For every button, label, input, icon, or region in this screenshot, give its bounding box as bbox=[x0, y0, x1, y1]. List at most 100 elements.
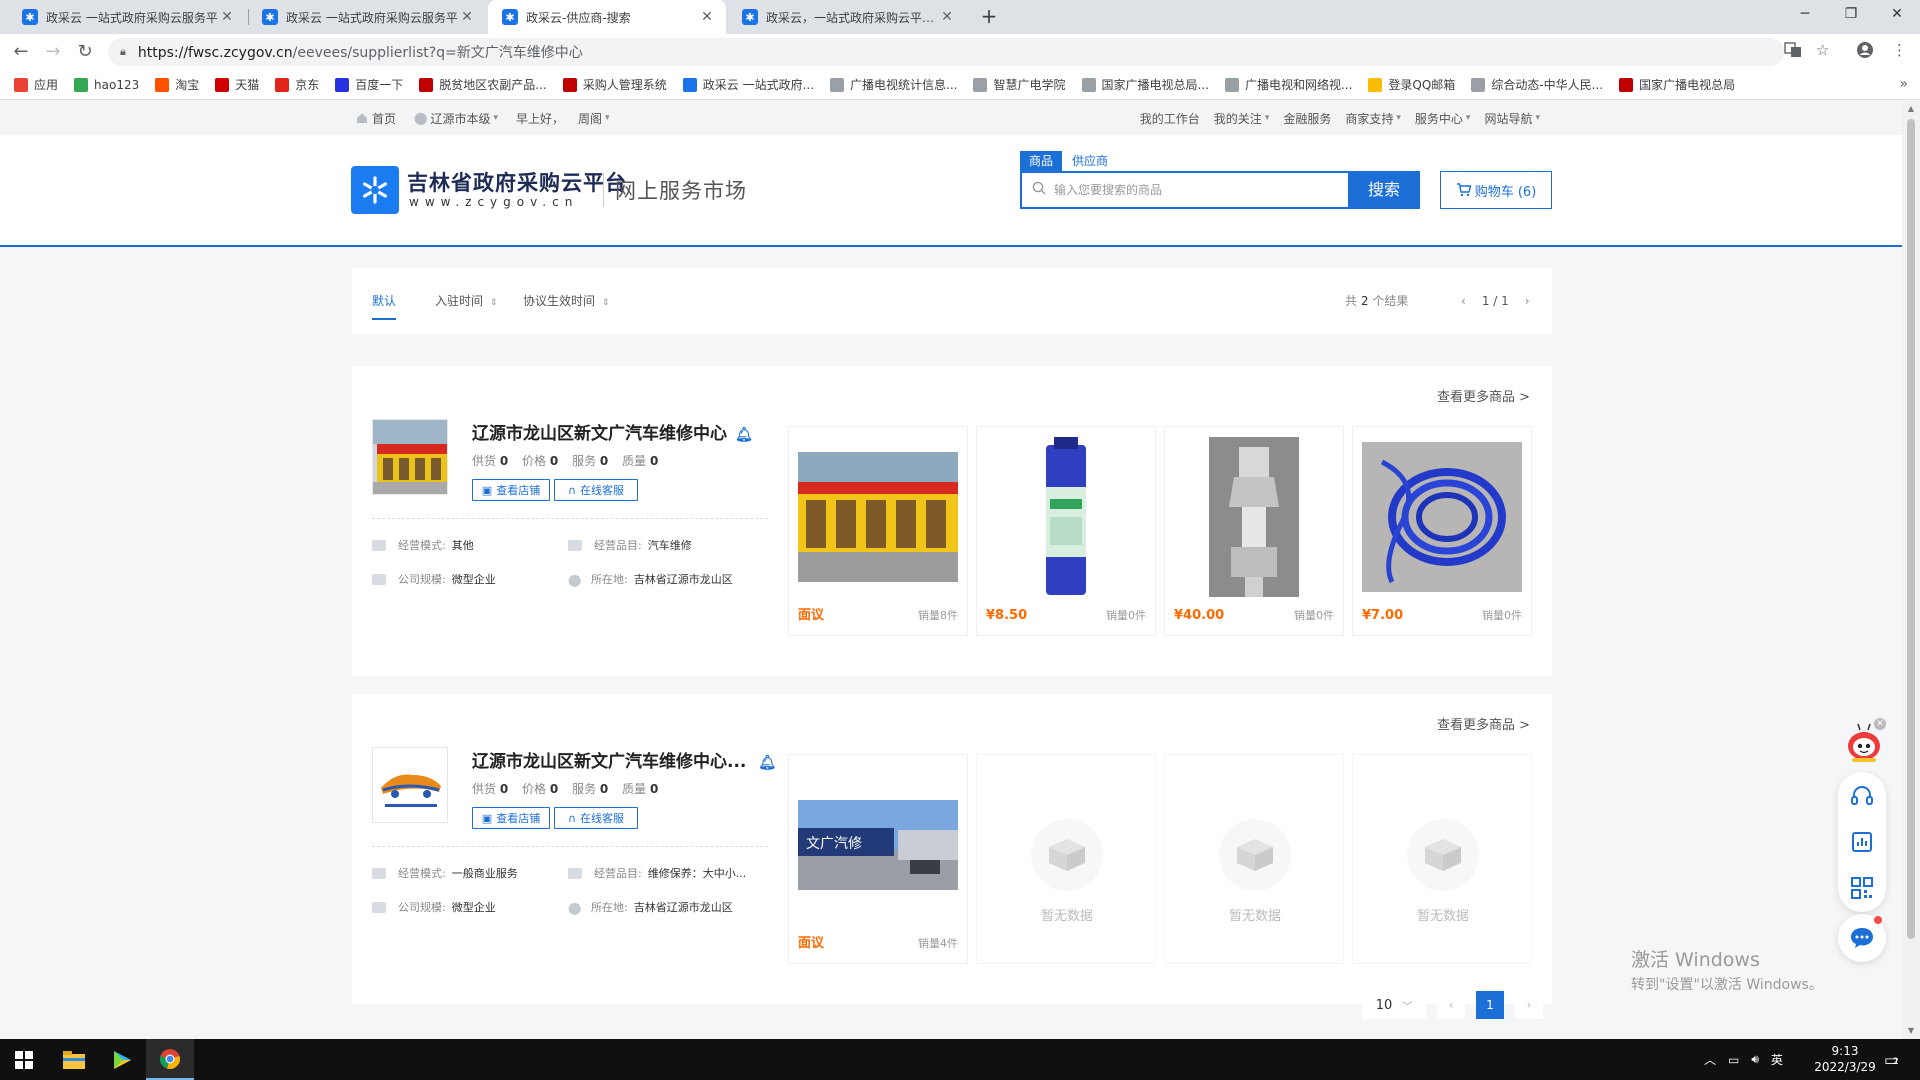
bookmark-item[interactable]: 天猫 bbox=[215, 76, 259, 93]
bookmark-item[interactable]: 政采云 一站式政府... bbox=[682, 76, 814, 93]
bookmark-item[interactable]: 应用 bbox=[14, 76, 58, 93]
chevron-down-icon: ﹀ bbox=[1402, 1001, 1413, 1013]
prev-page-button[interactable]: ‹ bbox=[1437, 991, 1465, 1019]
close-icon[interactable]: ✕ bbox=[698, 9, 716, 25]
product-card[interactable]: ¥7.00 销量0件 bbox=[1352, 426, 1532, 636]
bookmark-item[interactable]: 广播电视和网络视... bbox=[1224, 76, 1352, 93]
browser-tab-4[interactable]: ✱ 政采云，一站式政府采购云平台- ✕ bbox=[728, 0, 966, 34]
browser-tab-1[interactable]: ✱ 政采云 一站式政府采购云服务平 ✕ bbox=[8, 0, 246, 34]
bookmark-star-icon[interactable]: ☆ bbox=[1816, 41, 1829, 59]
file-explorer-icon[interactable] bbox=[50, 1039, 98, 1080]
shop-name[interactable]: 辽源市龙山区新文广汽车维修中心... 🔔︎ bbox=[472, 747, 776, 772]
topnav-link[interactable]: 网站导航 ▾ bbox=[1484, 110, 1540, 127]
chat-button[interactable] bbox=[1838, 914, 1886, 962]
home-link[interactable]: 首页 bbox=[356, 110, 396, 127]
chrome-taskbar-icon[interactable] bbox=[146, 1039, 194, 1080]
forward-arrow-icon[interactable]: → bbox=[42, 41, 64, 63]
customer-service-icon[interactable] bbox=[1850, 784, 1874, 808]
bookmark-item[interactable]: 淘宝 bbox=[155, 76, 199, 93]
search-input[interactable] bbox=[1054, 183, 1334, 197]
url-text[interactable]: https://fwsc.zcygov.cn/eevees/supplierli… bbox=[138, 42, 583, 62]
notification-center-icon[interactable]: ▭ 2 bbox=[1884, 1039, 1899, 1080]
topnav-link[interactable]: 服务中心 ▾ bbox=[1415, 110, 1471, 127]
report-chart-icon[interactable] bbox=[1850, 830, 1874, 854]
cart-button[interactable]: 购物车 (6) bbox=[1440, 171, 1552, 209]
view-shop-button[interactable]: ▣ 查看店铺 bbox=[472, 807, 550, 829]
close-icon[interactable]: ✕ bbox=[218, 9, 236, 25]
close-window-button[interactable]: ✕ bbox=[1874, 0, 1920, 30]
page-size-select[interactable]: 10 ﹀ bbox=[1362, 991, 1426, 1019]
menu-kebab-icon[interactable]: ⋮ bbox=[1892, 41, 1907, 59]
close-icon[interactable]: ✕ bbox=[458, 9, 476, 25]
sort-join-time[interactable]: 入驻时间 ⇕ bbox=[435, 268, 497, 334]
next-page-icon[interactable]: › bbox=[1525, 268, 1530, 334]
bookmark-item[interactable]: 采购人管理系统 bbox=[562, 76, 667, 93]
bookmark-item[interactable]: 智慧广电学院 bbox=[973, 76, 1066, 93]
taskbar-clock[interactable]: 9:13 2022/3/29 bbox=[1800, 1043, 1890, 1075]
bookmark-item[interactable]: hao123 bbox=[74, 77, 139, 92]
profile-icon[interactable] bbox=[1856, 41, 1874, 63]
search-tab-goods[interactable]: 商品 bbox=[1020, 151, 1062, 171]
bookmark-item[interactable]: 脱贫地区农副产品... bbox=[419, 76, 547, 93]
chevron-up-icon[interactable]: ︿ bbox=[1704, 1051, 1716, 1068]
bookmark-item[interactable]: 登录QQ邮箱 bbox=[1368, 76, 1455, 93]
bookmark-item[interactable]: 国家广播电视总局... bbox=[1081, 76, 1209, 93]
search-tab-supplier[interactable]: 供应商 bbox=[1072, 151, 1108, 171]
page-scrollbar[interactable]: ▲ ▼ bbox=[1902, 101, 1920, 1039]
view-more-products-link[interactable]: 查看更多商品 > bbox=[1437, 386, 1530, 405]
restore-button[interactable]: ❐ bbox=[1828, 0, 1874, 30]
bookmark-item[interactable]: 百度一下 bbox=[335, 76, 403, 93]
translate-icon[interactable] bbox=[1784, 41, 1802, 63]
sort-default[interactable]: 默认 bbox=[372, 268, 397, 334]
view-more-products-link[interactable]: 查看更多商品 > bbox=[1437, 714, 1530, 733]
start-button[interactable] bbox=[0, 1039, 48, 1080]
online-service-button[interactable]: ∩ 在线客服 bbox=[554, 479, 638, 501]
browser-tab-3-active[interactable]: ✱ 政采云-供应商-搜索 ✕ bbox=[488, 0, 726, 34]
minimize-button[interactable]: ─ bbox=[1782, 0, 1828, 30]
region-selector[interactable]: ⬤ 辽源市本级 ▾ bbox=[414, 110, 498, 127]
product-card[interactable]: ¥40.00 销量0件 bbox=[1164, 426, 1344, 636]
close-icon[interactable]: ✕ bbox=[1874, 718, 1886, 730]
topnav-link[interactable]: 金融服务 bbox=[1283, 110, 1331, 127]
product-card[interactable]: 文广汽修 面议 销量4件 bbox=[788, 754, 968, 964]
sort-agreement-time[interactable]: 协议生效时间 ⇕ bbox=[523, 268, 609, 334]
new-tab-button[interactable]: + bbox=[976, 4, 1002, 30]
topnav-link[interactable]: 我的关注 ▾ bbox=[1214, 110, 1270, 127]
online-service-button[interactable]: ∩ 在线客服 bbox=[554, 807, 638, 829]
close-icon[interactable]: ✕ bbox=[938, 9, 956, 25]
bookmark-favicon-icon bbox=[419, 77, 434, 92]
topnav-link[interactable]: 我的工作台 bbox=[1140, 110, 1200, 127]
volume-icon[interactable]: 🔊︎ bbox=[1751, 1052, 1759, 1067]
zcy-logo-icon[interactable] bbox=[351, 166, 399, 214]
bookmark-item[interactable]: 广播电视统计信息... bbox=[830, 76, 957, 93]
media-player-icon[interactable] bbox=[98, 1039, 146, 1080]
bookmark-item[interactable]: 国家广播电视总局 bbox=[1619, 76, 1735, 93]
qr-code-icon[interactable] bbox=[1850, 876, 1874, 900]
next-page-button[interactable]: › bbox=[1515, 991, 1543, 1019]
view-shop-button[interactable]: ▣ 查看店铺 bbox=[472, 479, 550, 501]
back-arrow-icon[interactable]: ← bbox=[10, 41, 32, 63]
omnibox[interactable]: 🔒︎ https://fwsc.zcygov.cn/eevees/supplie… bbox=[108, 38, 1784, 66]
ime-indicator[interactable]: 英 bbox=[1771, 1051, 1783, 1068]
browser-tab-2[interactable]: ✱ 政采云 一站式政府采购云服务平 ✕ bbox=[248, 0, 486, 34]
topnav-link[interactable]: 商家支持 ▾ bbox=[1345, 110, 1401, 127]
bookmark-item[interactable]: 京东 bbox=[275, 76, 319, 93]
page-1-button[interactable]: 1 bbox=[1476, 991, 1504, 1019]
scrollbar-thumb[interactable] bbox=[1907, 119, 1915, 939]
search-button[interactable]: 搜索 bbox=[1348, 171, 1420, 209]
prev-page-icon[interactable]: ‹ bbox=[1461, 268, 1466, 334]
empty-box-icon bbox=[1407, 819, 1479, 891]
scroll-down-arrow[interactable]: ▼ bbox=[1902, 1023, 1920, 1039]
shop-thumbnail[interactable] bbox=[372, 747, 448, 823]
shop-name[interactable]: 辽源市龙山区新文广汽车维修中心 🔔︎ bbox=[472, 419, 753, 444]
network-icon[interactable]: ▭ bbox=[1728, 1053, 1739, 1067]
user-menu[interactable]: 周阁 ▾ bbox=[578, 110, 610, 127]
scroll-up-arrow[interactable]: ▲ bbox=[1902, 101, 1920, 117]
bookmarks-overflow-icon[interactable]: » bbox=[1899, 76, 1908, 92]
product-card[interactable]: ¥8.50 销量0件 bbox=[976, 426, 1156, 636]
shop-thumbnail[interactable] bbox=[372, 419, 448, 495]
reload-icon[interactable]: ↻ bbox=[74, 41, 96, 63]
product-card[interactable]: 面议 销量8件 bbox=[788, 426, 968, 636]
platform-title[interactable]: 吉林省政府采购云平台 bbox=[407, 167, 627, 197]
bookmark-item[interactable]: 综合动态-中华人民... bbox=[1471, 76, 1603, 93]
